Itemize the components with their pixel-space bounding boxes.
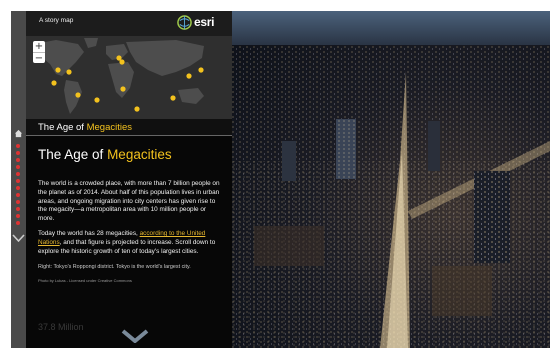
photo-credit: Photo by Lukas - Licensed under Creative…: [38, 278, 132, 284]
city-marker[interactable]: [186, 73, 192, 79]
nav-dot[interactable]: [16, 172, 20, 176]
world-map[interactable]: + −: [26, 36, 232, 119]
paragraph-megacities: Today the world has 28 megacities, accor…: [38, 230, 224, 256]
zoom-out-button[interactable]: −: [33, 52, 45, 64]
article-heading: The Age of Megacities: [38, 147, 224, 162]
nav-dot[interactable]: [16, 214, 20, 218]
nav-dot[interactable]: [16, 193, 20, 197]
chevron-down-icon[interactable]: [12, 233, 25, 243]
nav-dot[interactable]: [16, 165, 20, 169]
esri-logo[interactable]: esri: [177, 14, 214, 30]
home-icon[interactable]: [14, 129, 23, 138]
scroll-down-icon[interactable]: [120, 329, 150, 343]
heading-prefix: The Age of: [38, 147, 108, 162]
city-marker[interactable]: [94, 97, 100, 103]
city-marker[interactable]: [55, 67, 61, 73]
logo-wordmark: esri: [194, 15, 215, 29]
paragraph-intro: The world is a crowded place, with more …: [38, 180, 220, 223]
paragraph2-lead: Today the world has 28 megacities,: [38, 229, 140, 237]
city-marker[interactable]: [66, 69, 72, 75]
city-marker[interactable]: [51, 80, 57, 86]
nav-dot[interactable]: [16, 207, 20, 211]
paragraph2-tail: , and that figure is projected to increa…: [38, 238, 216, 255]
section-title-highlight: Megacities: [86, 122, 133, 133]
city-marker[interactable]: [198, 67, 204, 73]
section-dots: [16, 144, 21, 228]
section-title-prefix: The Age of: [38, 122, 87, 133]
photo-caption: Right: Tokyo's Roppongi district. Tokyo …: [38, 264, 191, 271]
section-title: The Age of Megacities: [26, 119, 232, 136]
population-stat: 37.8 Million: [38, 322, 84, 332]
city-marker[interactable]: [75, 92, 81, 98]
cityscape-image: [232, 45, 550, 348]
tagline: A story map: [39, 17, 74, 24]
panel-header: A story map esri: [26, 11, 232, 36]
story-navigation-rail: [11, 11, 26, 348]
nav-dot[interactable]: [16, 158, 20, 162]
city-marker[interactable]: [120, 86, 126, 92]
world-map-canvas: [26, 36, 232, 119]
nav-dot[interactable]: [16, 200, 20, 204]
zoom-in-button[interactable]: +: [33, 41, 45, 52]
article-content: The Age of Megacities The world is a cro…: [38, 147, 224, 292]
tokyo-night-photo: [232, 11, 550, 348]
city-marker[interactable]: [119, 59, 125, 65]
story-panel: A story map esri + − The Age of Megaciti…: [26, 11, 232, 348]
nav-dot[interactable]: [16, 221, 20, 225]
nav-dot[interactable]: [16, 151, 20, 155]
zoom-control: + −: [33, 41, 45, 64]
city-marker[interactable]: [170, 95, 176, 101]
nav-dot[interactable]: [16, 179, 20, 183]
nav-dot[interactable]: [16, 144, 20, 148]
city-marker[interactable]: [134, 106, 140, 112]
nav-dot[interactable]: [16, 186, 20, 190]
globe-icon: [177, 14, 192, 30]
story-map-app: A story map esri + − The Age of Megaciti…: [11, 11, 550, 348]
heading-highlight: Megacities: [107, 147, 172, 162]
